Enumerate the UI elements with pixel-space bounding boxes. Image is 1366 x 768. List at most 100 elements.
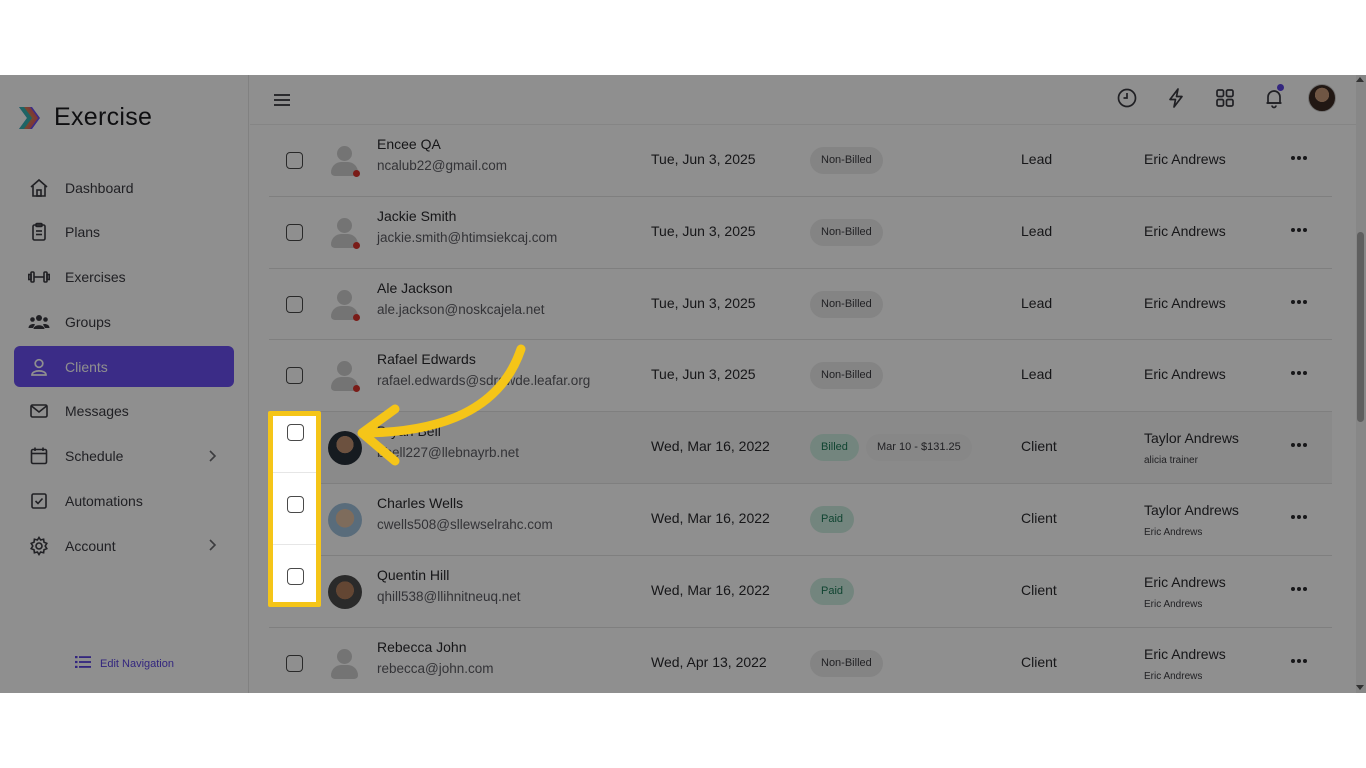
highlight-frame (268, 411, 321, 607)
status-dot (353, 385, 360, 393)
table-row[interactable]: Rafael Edwards rafael.edwards@sdrawde.lea… (269, 340, 1332, 413)
trainer-secondary: alicia trainer (1144, 455, 1198, 467)
client-email: ale.jackson@noskcajela.net (377, 301, 545, 317)
chevron-right-icon (204, 448, 220, 464)
lightning-icon[interactable] (1164, 86, 1188, 110)
more-options-icon[interactable] (1289, 507, 1309, 527)
clients-table: Encee QA ncalub22@gmail.com Tue, Jun 3, 20… (269, 125, 1332, 693)
chevron-right-icon (204, 537, 220, 553)
list-icon (75, 655, 91, 672)
client-name[interactable]: Ale Jackson (377, 280, 452, 296)
user-icon (28, 356, 50, 378)
apps-grid-icon[interactable] (1213, 86, 1237, 110)
edit-navigation-link[interactable]: Edit Navigation (75, 655, 174, 672)
trainer-name: Eric Andrews (1144, 222, 1226, 239)
scrollbar[interactable] (1356, 75, 1366, 693)
table-row[interactable]: Rebecca John rebecca@john.com Wed, Apr 13,… (269, 627, 1332, 693)
top-bar-actions (1090, 84, 1336, 112)
avatar (328, 574, 362, 609)
row-checkbox[interactable] (286, 295, 303, 313)
client-type: Lead (1021, 294, 1053, 311)
client-date: Wed, Mar 16, 2022 (651, 438, 770, 455)
trainer-secondary: Eric Andrews (1144, 670, 1203, 682)
client-email: rafael.edwards@sdrawde.leafar.org (377, 373, 591, 389)
sidebar-item-label: Automations (65, 493, 143, 510)
more-options-icon[interactable] (1289, 292, 1309, 312)
sidebar-item-messages[interactable]: Messages (14, 391, 234, 432)
status-dot (353, 313, 360, 321)
table-row[interactable]: Bryan Bell bbell227@llebnayrb.net Wed, Mar… (269, 412, 1332, 484)
sidebar-item-dashboard[interactable]: Dashboard (14, 167, 234, 208)
client-name[interactable]: Rafael Edwards (377, 351, 476, 367)
user-avatar[interactable] (1308, 84, 1336, 112)
sidebar-item-label: Exercises (65, 269, 126, 286)
users-icon (28, 311, 50, 333)
trainer-name: Eric Andrews (1144, 645, 1226, 662)
sidebar-item-schedule[interactable]: Schedule (14, 436, 234, 477)
top-bar (250, 75, 1356, 125)
scrollbar-thumb[interactable] (1357, 232, 1364, 422)
client-type: Lead (1021, 222, 1053, 239)
brand[interactable]: Exercise (16, 103, 152, 132)
edit-navigation-label: Edit Navigation (100, 657, 174, 670)
status-dot (353, 241, 360, 249)
sidebar-item-clients[interactable]: Clients (14, 346, 234, 388)
client-name[interactable]: Jackie Smith (377, 208, 456, 224)
more-options-icon[interactable] (1289, 148, 1309, 168)
avatar (328, 288, 362, 322)
trainer-secondary: Eric Andrews (1144, 598, 1203, 610)
status-badge: Paid (810, 577, 855, 605)
sidebar-item-label: Messages (65, 403, 129, 420)
table-row[interactable]: Encee QA ncalub22@gmail.com Tue, Jun 3, 20… (269, 125, 1332, 197)
more-options-icon[interactable] (1289, 435, 1309, 455)
client-name[interactable]: Charles Wells (377, 495, 463, 511)
scroll-down-arrow-icon[interactable] (1356, 685, 1364, 690)
dumbbell-icon (28, 266, 50, 288)
table-row[interactable]: Jackie Smith jackie.smith@htimsiekcaj.com… (269, 196, 1332, 269)
client-email: bbell227@llebnayrb.net (377, 445, 520, 461)
client-type: Client (1021, 438, 1057, 455)
sidebar-item-account[interactable]: Account (14, 525, 234, 566)
clock-icon[interactable] (1115, 86, 1139, 110)
sidebar-item-plans[interactable]: Plans (14, 212, 234, 253)
brand-logo-icon (16, 104, 44, 132)
sidebar-item-groups[interactable]: Groups (14, 301, 234, 342)
client-email: ncalub22@gmail.com (377, 158, 508, 173)
more-options-icon[interactable] (1289, 220, 1309, 240)
client-date: Tue, Jun 3, 2025 (651, 294, 756, 311)
more-options-icon[interactable] (1289, 363, 1309, 383)
sidebar-item-label: Groups (65, 313, 111, 330)
table-row[interactable]: Ale Jackson ale.jackson@noskcajela.net Tue… (269, 268, 1332, 341)
client-type: Lead (1021, 366, 1053, 383)
avatar (328, 144, 362, 178)
more-options-icon[interactable] (1289, 579, 1309, 599)
client-name[interactable]: Quentin Hill (377, 567, 449, 583)
menu-icon[interactable] (272, 90, 292, 110)
client-date: Tue, Jun 3, 2025 (651, 151, 756, 167)
status-badge: Billed (810, 434, 859, 462)
avatar (328, 216, 362, 250)
avatar (328, 502, 362, 537)
row-checkbox[interactable] (286, 223, 303, 241)
clipboard-icon (28, 221, 50, 243)
trainer-name: Eric Andrews (1144, 151, 1226, 167)
client-name[interactable]: Bryan Bell (377, 423, 441, 439)
bell-icon[interactable] (1262, 84, 1286, 110)
more-options-icon[interactable] (1289, 651, 1309, 671)
row-checkbox[interactable] (286, 654, 303, 672)
sidebar-item-exercises[interactable]: Exercises (14, 257, 234, 298)
trainer-name: Eric Andrews (1144, 573, 1226, 590)
trainer-name: Taylor Andrews (1144, 430, 1239, 447)
sidebar-item-automations[interactable]: Automations (14, 481, 234, 522)
table-row[interactable]: Quentin Hill qhill538@llihnitneuq.net Wed,… (269, 555, 1332, 628)
calendar-icon (28, 445, 50, 467)
client-date: Wed, Mar 16, 2022 (651, 581, 770, 598)
table-row[interactable]: Charles Wells cwells508@sllewselrahc.com W… (269, 483, 1332, 556)
sidebar-item-label: Dashboard (65, 179, 134, 196)
row-checkbox[interactable] (286, 152, 303, 169)
client-name[interactable]: Rebecca John (377, 639, 467, 655)
row-checkbox[interactable] (286, 367, 303, 385)
client-name[interactable]: Encee QA (377, 136, 441, 152)
envelope-icon (28, 400, 50, 422)
scroll-up-arrow-icon[interactable] (1356, 77, 1364, 82)
